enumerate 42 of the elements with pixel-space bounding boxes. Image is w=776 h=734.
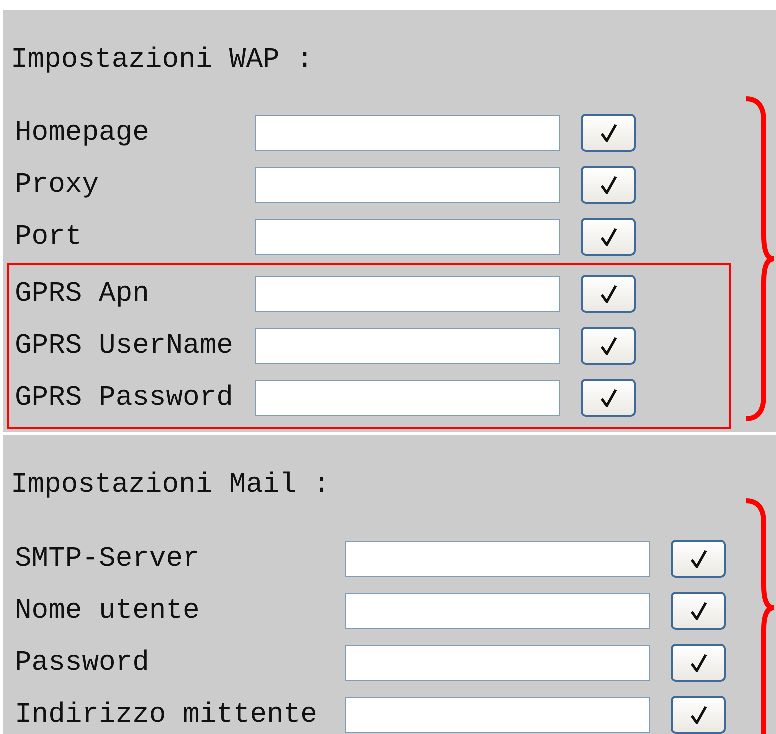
confirm-button[interactable] [581,327,636,365]
confirm-button[interactable] [671,540,726,578]
field-label: Homepage [15,118,150,148]
check-icon [690,549,708,569]
confirm-button[interactable] [581,114,636,152]
input-field[interactable] [255,380,560,416]
field-label: Password [15,648,150,678]
section-title: Impostazioni WAP : [10,46,314,76]
input-field[interactable] [345,593,650,629]
check-icon [690,653,708,673]
input-field[interactable] [255,115,560,151]
section-title: Impostazioni Mail : [10,471,330,501]
field-label: GPRS Password [15,382,234,414]
check-icon [600,227,618,247]
field-label: SMTP-Server [15,544,201,574]
input-field[interactable] [255,167,560,203]
input-field[interactable] [345,645,650,681]
confirm-button[interactable] [581,218,636,256]
check-icon [600,284,618,304]
field-label: Proxy [15,170,100,200]
check-icon [600,175,618,195]
field-label: Port [15,222,84,252]
confirm-button[interactable] [671,644,726,682]
input-field[interactable] [255,328,560,364]
confirm-button[interactable] [581,275,636,313]
check-icon [690,705,708,725]
field-label: GPRS UserName [15,330,234,362]
input-field[interactable] [345,541,650,577]
field-label: GPRS Apn [15,278,150,310]
confirm-button[interactable] [671,696,726,734]
check-icon [600,123,618,143]
input-field[interactable] [255,276,560,312]
confirm-button[interactable] [581,379,636,417]
field-label: Indirizzo mittente [15,700,318,730]
confirm-button[interactable] [671,592,726,630]
input-field[interactable] [345,697,650,733]
check-icon [690,601,708,621]
check-icon [600,388,618,408]
input-field[interactable] [255,219,560,255]
check-icon [600,336,618,356]
field-label: Nome utente [15,596,201,626]
confirm-button[interactable] [581,166,636,204]
